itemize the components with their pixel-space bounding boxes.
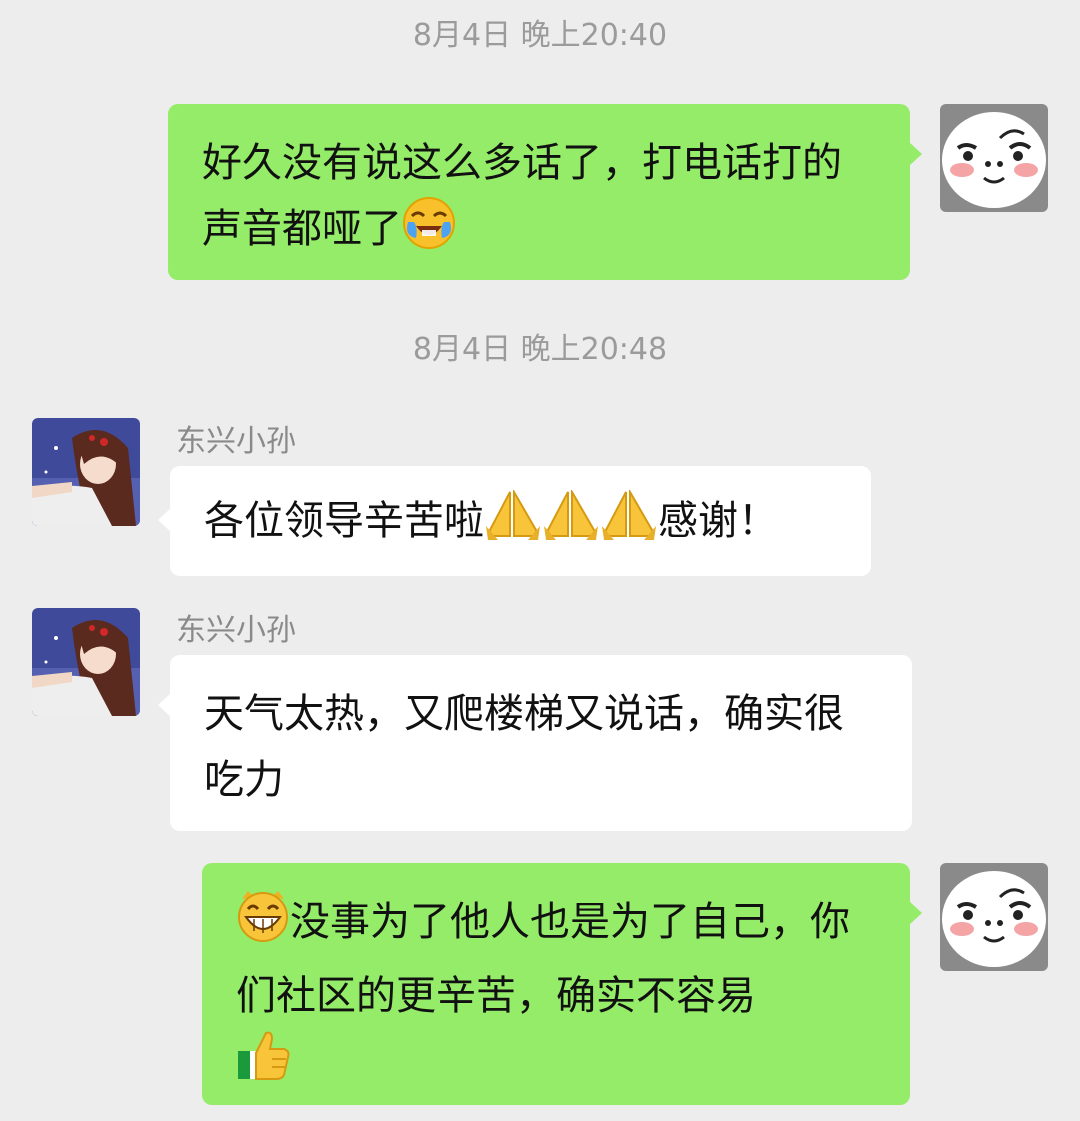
folded-hands-emoji bbox=[542, 488, 600, 562]
message-text: 没事为了他人也是为了自己，你们社区的更辛苦，确实不容易 bbox=[236, 899, 850, 1019]
avatar-sender[interactable] bbox=[32, 608, 140, 716]
avatar-sender[interactable] bbox=[32, 418, 140, 526]
message-text: 各位领导辛苦啦 bbox=[204, 498, 484, 544]
message-text: 天气太热，又爬楼梯又说话，确实很吃力 bbox=[204, 691, 844, 803]
thumbs-up-emoji bbox=[236, 1029, 290, 1103]
message-bubble-other[interactable]: 天气太热，又爬楼梯又说话，确实很吃力 bbox=[158, 655, 912, 831]
message-text: 好久没有说这么多话了，打电话打的声音都哑了 bbox=[202, 140, 842, 252]
folded-hands-emoji bbox=[600, 488, 658, 562]
face-with-tears-of-joy-emoji bbox=[402, 196, 456, 270]
message-bubble-other[interactable]: 各位领导辛苦啦 感谢！ bbox=[158, 466, 871, 576]
avatar-self[interactable] bbox=[940, 863, 1048, 971]
folded-hands-emoji bbox=[484, 488, 542, 562]
sender-name: 东兴小孙 bbox=[176, 424, 296, 459]
timestamp: 8月4日 晚上20:48 bbox=[412, 332, 668, 367]
message-bubble-self[interactable]: 好久没有说这么多话了，打电话打的声音都哑了 bbox=[168, 104, 922, 280]
grinning-face-emoji bbox=[236, 889, 290, 963]
sender-name: 东兴小孙 bbox=[176, 613, 296, 648]
timestamp: 8月4日 晚上20:40 bbox=[412, 18, 668, 53]
message-bubble-self[interactable]: 没事为了他人也是为了自己，你们社区的更辛苦，确实不容易 bbox=[202, 863, 922, 1105]
avatar-self[interactable] bbox=[940, 104, 1048, 212]
